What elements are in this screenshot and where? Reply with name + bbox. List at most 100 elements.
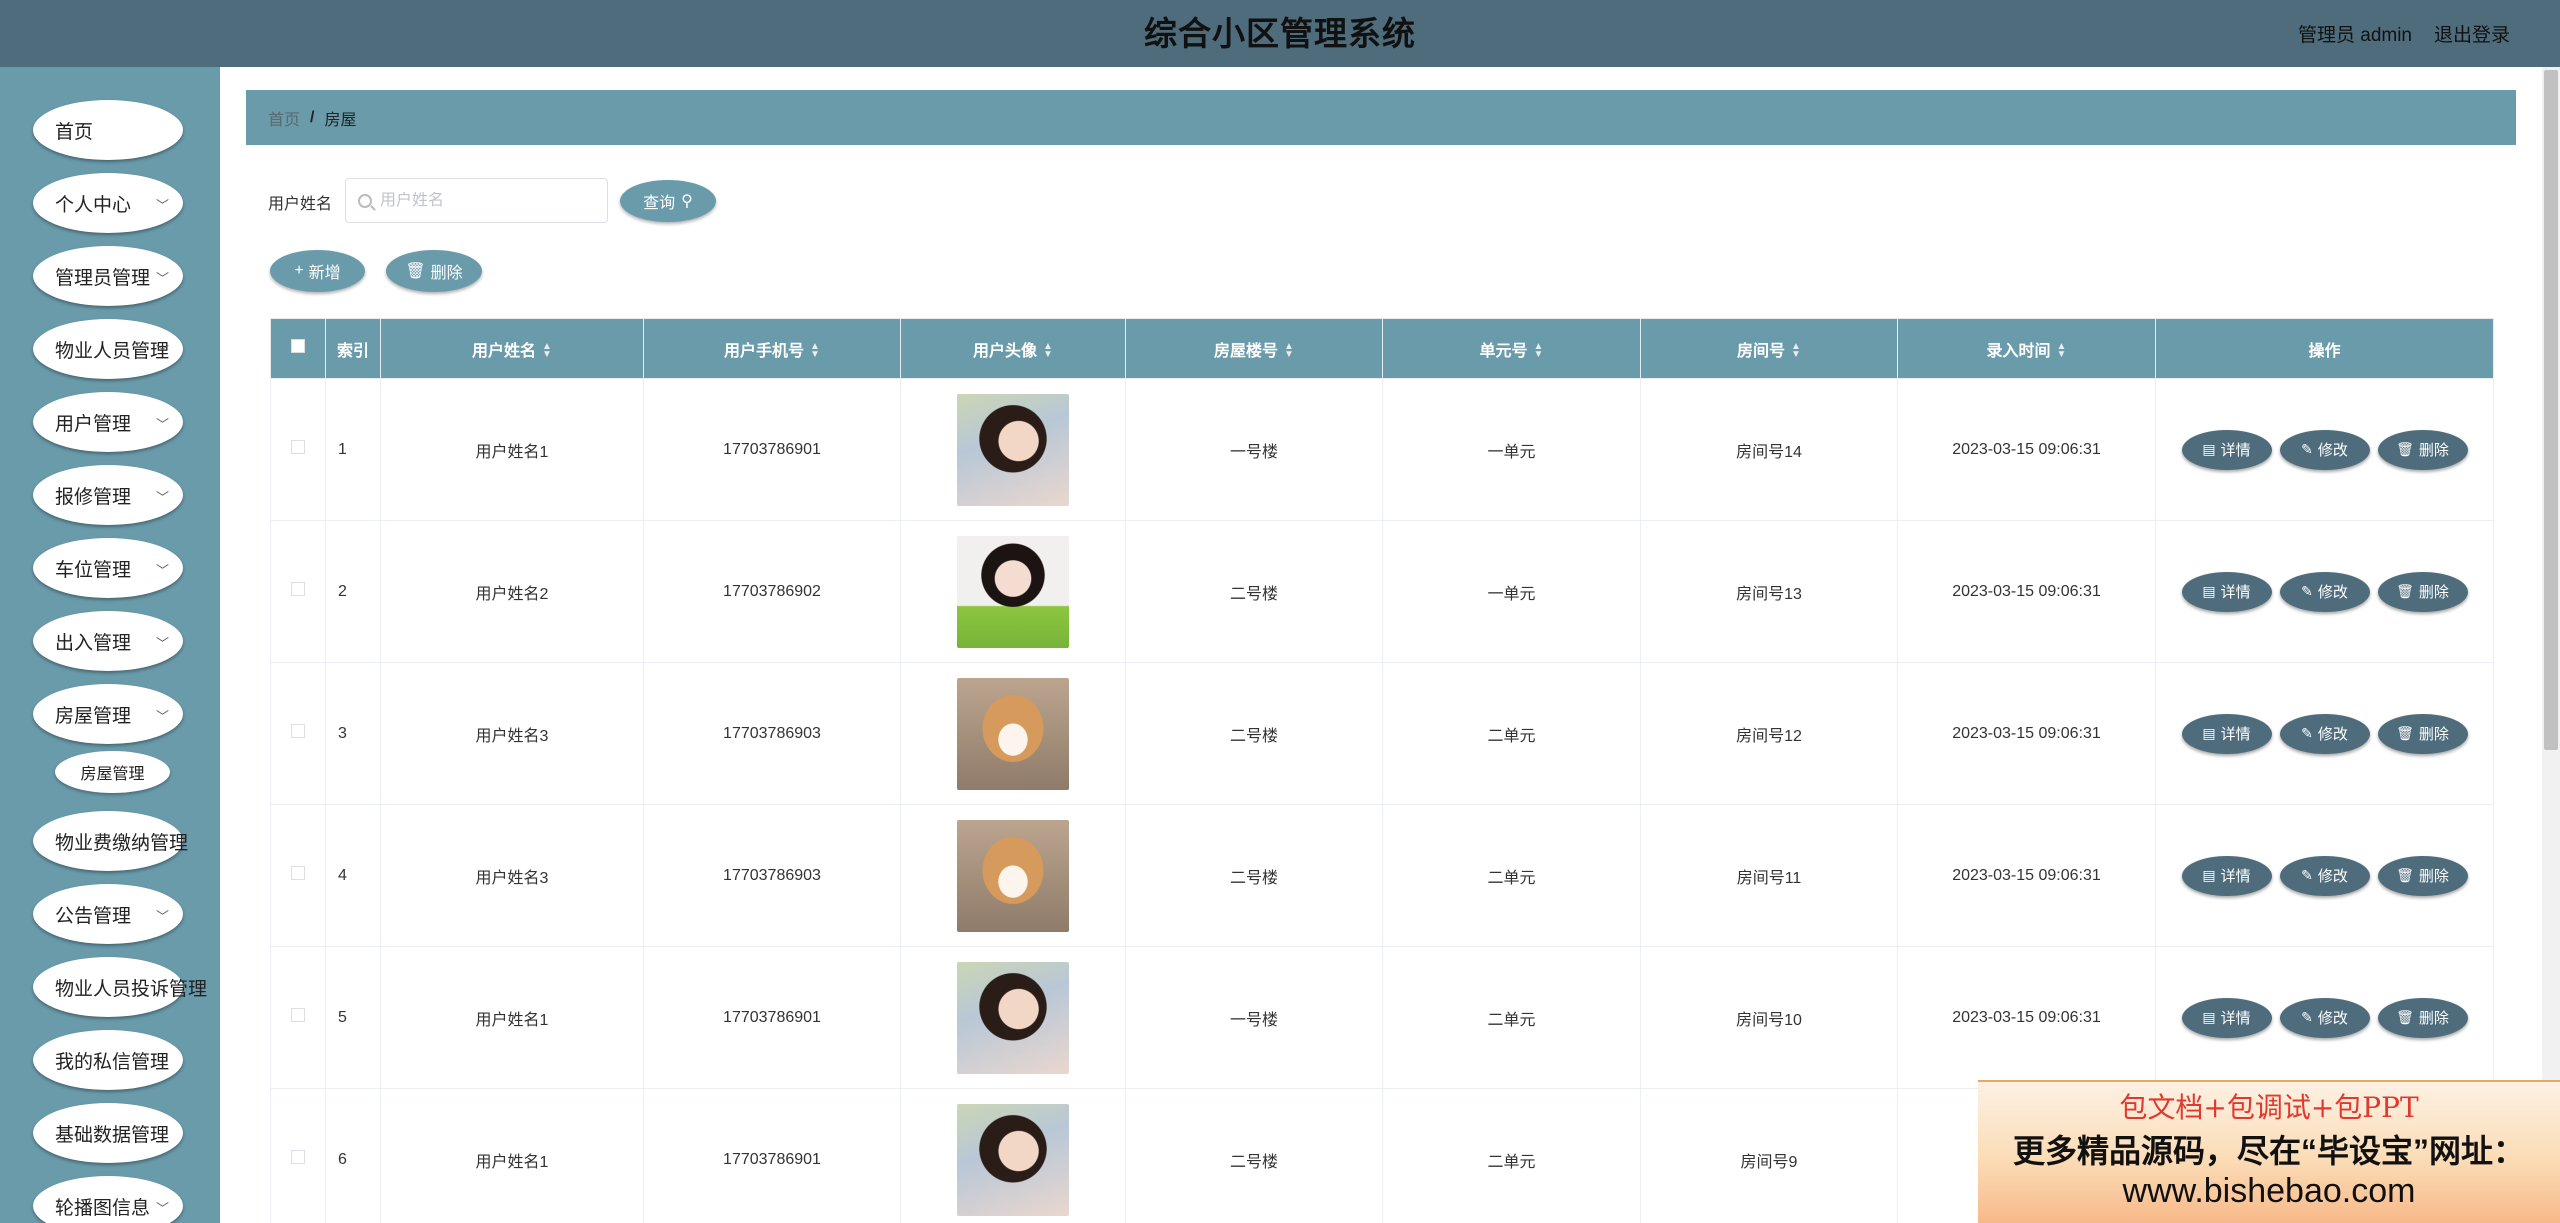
- select-all-checkbox[interactable]: [291, 339, 305, 353]
- column-header-label: 房屋楼号: [1214, 342, 1279, 360]
- sort-icon[interactable]: ▲ ▼: [2057, 342, 2067, 360]
- sidebar-item[interactable]: 物业人员投诉管理: [33, 957, 207, 1017]
- edit-button[interactable]: ✎修改: [2279, 997, 2370, 1038]
- sidebar-item[interactable]: 首页: [33, 100, 183, 160]
- delete-button[interactable]: 🗑删除: [2377, 713, 2468, 754]
- time-cell: 2023-03-15 09:06:31: [1897, 378, 2156, 521]
- row-checkbox[interactable]: [291, 440, 305, 454]
- edit-button[interactable]: ✎修改: [2279, 713, 2370, 754]
- sidebar-item[interactable]: 物业人员管理 ﹀: [33, 319, 183, 379]
- room-cell: 房间号11: [1640, 804, 1898, 947]
- row-checkbox[interactable]: [291, 582, 305, 596]
- promo-line-2: 更多精品源码，尽在“毕设宝”网址：: [2012, 1133, 2525, 1169]
- column-header[interactable]: 录入时间 ▲ ▼: [1897, 318, 2156, 379]
- edit-button[interactable]: ✎修改: [2279, 855, 2370, 896]
- avatar[interactable]: [957, 535, 1069, 648]
- column-header[interactable]: 用户姓名 ▲ ▼: [380, 318, 644, 379]
- column-header[interactable]: 用户头像 ▲ ▼: [900, 318, 1126, 379]
- sidebar-item-label: 公告管理: [55, 905, 132, 927]
- sidebar-subitem[interactable]: 房屋管理: [55, 751, 170, 793]
- detail-button[interactable]: ▤详情: [2181, 429, 2272, 470]
- table-row[interactable]: 4 用户姓名3 17703786903 二号楼 二单元 房间号11 2023-03-15 0…: [270, 804, 2494, 947]
- time-cell: 2023-03-15 09:06:31: [1897, 520, 2156, 663]
- avatar[interactable]: [957, 961, 1069, 1074]
- table-row[interactable]: 1 用户姓名1 17703786901 一号楼 一单元 房间号14 2023-03-15 0…: [270, 378, 2494, 521]
- delete-button[interactable]: 🗑删除: [2377, 429, 2468, 470]
- sidebar-item[interactable]: 房屋管理 ﹀: [33, 684, 183, 744]
- sort-icon[interactable]: ▲ ▼: [542, 342, 552, 360]
- avatar[interactable]: [957, 393, 1069, 506]
- row-checkbox[interactable]: [291, 724, 305, 738]
- table-row[interactable]: 2 用户姓名2 17703786902 二号楼 一单元 房间号13 2023-03-15 0…: [270, 520, 2494, 663]
- avatar[interactable]: [957, 677, 1069, 790]
- bulk-delete-button[interactable]: 🗑 删除: [386, 250, 482, 292]
- sidebar-item[interactable]: 我的私信管理: [33, 1030, 183, 1090]
- chevron-down-icon: ﹀: [155, 344, 169, 359]
- room-cell: 房间号9: [1640, 1088, 1898, 1223]
- search-input[interactable]: [380, 191, 580, 210]
- edit-button[interactable]: ✎修改: [2279, 571, 2370, 612]
- table-row[interactable]: 3 用户姓名3 17703786903 二号楼 二单元 房间号12 2023-03-15 0…: [270, 662, 2494, 805]
- detail-button[interactable]: ▤详情: [2181, 855, 2272, 896]
- detail-button[interactable]: ▤详情: [2181, 713, 2272, 754]
- sidebar-item[interactable]: 公告管理 ﹀: [33, 884, 183, 944]
- pencil-icon: ✎: [2301, 441, 2313, 457]
- add-button[interactable]: + 新增: [270, 250, 365, 292]
- avatar-cell: [900, 378, 1126, 521]
- promo-banner: 包文档+包调试+包PPT 更多精品源码，尽在“毕设宝”网址： www.bishe…: [1978, 1080, 2560, 1223]
- logout-link[interactable]: 退出登录: [2434, 20, 2510, 47]
- building-cell: 一号楼: [1125, 946, 1383, 1089]
- sidebar-item[interactable]: 物业费缴纳管理: [33, 811, 188, 871]
- sidebar-item[interactable]: 用户管理 ﹀: [33, 392, 183, 452]
- delete-button[interactable]: 🗑删除: [2377, 997, 2468, 1038]
- scrollbar-thumb[interactable]: [2544, 70, 2558, 750]
- breadcrumb-current: 房屋: [324, 111, 357, 129]
- column-header: 索引: [325, 318, 381, 379]
- delete-button[interactable]: 🗑删除: [2377, 571, 2468, 612]
- sidebar-item[interactable]: 管理员管理 ﹀: [33, 246, 183, 306]
- sidebar-item[interactable]: 出入管理 ﹀: [33, 611, 183, 671]
- trash-icon: 🗑: [2396, 867, 2414, 883]
- delete-button[interactable]: 🗑删除: [2377, 855, 2468, 896]
- promo-url: www.bishebao.com: [2122, 1172, 2416, 1210]
- sidebar-item[interactable]: 轮播图信息 ﹀: [33, 1176, 183, 1223]
- sidebar-item[interactable]: 基础数据管理: [33, 1103, 183, 1163]
- query-button[interactable]: 查询 ⚲: [620, 180, 716, 222]
- column-header[interactable]: 房屋楼号 ▲ ▼: [1125, 318, 1383, 379]
- edit-button[interactable]: ✎修改: [2279, 429, 2370, 470]
- detail-button[interactable]: ▤详情: [2181, 571, 2272, 612]
- avatar[interactable]: [957, 1103, 1069, 1216]
- delete-button-label: 删除: [2418, 442, 2449, 459]
- sidebar-item-label: 用户管理: [55, 413, 132, 435]
- sidebar-item[interactable]: 个人中心 ﹀: [33, 173, 183, 233]
- sort-icon[interactable]: ▲ ▼: [1284, 342, 1294, 360]
- row-checkbox[interactable]: [291, 866, 305, 880]
- column-header[interactable]: 房间号 ▲ ▼: [1640, 318, 1898, 379]
- sort-icon[interactable]: ▲ ▼: [810, 342, 820, 360]
- sort-icon[interactable]: ▲ ▼: [1791, 342, 1801, 360]
- breadcrumb-separator: /: [310, 108, 315, 126]
- document-icon: ▤: [2202, 583, 2216, 599]
- building-cell: 一号楼: [1125, 378, 1383, 521]
- table-row[interactable]: 5 用户姓名1 17703786901 一号楼 二单元 房间号10 2023-03-15 0…: [270, 946, 2494, 1089]
- time-cell: 2023-03-15 09:06:31: [1897, 662, 2156, 805]
- row-checkbox[interactable]: [291, 1008, 305, 1022]
- sidebar-item[interactable]: 报修管理 ﹀: [33, 465, 183, 525]
- column-header-label: 用户头像: [973, 342, 1038, 360]
- sort-icon[interactable]: ▲ ▼: [1534, 342, 1544, 360]
- sidebar-item-label: 房屋管理: [55, 705, 132, 727]
- index-cell: 2: [325, 520, 381, 663]
- column-header[interactable]: 单元号 ▲ ▼: [1382, 318, 1641, 379]
- sort-icon[interactable]: ▲ ▼: [1043, 342, 1053, 360]
- sidebar-item[interactable]: 车位管理 ﹀: [33, 538, 183, 598]
- detail-button-label: 详情: [2220, 726, 2251, 743]
- breadcrumb-home[interactable]: 首页: [268, 106, 300, 130]
- name-cell: 用户姓名1: [380, 946, 644, 1089]
- column-header[interactable]: 用户手机号 ▲ ▼: [643, 318, 901, 379]
- avatar[interactable]: [957, 819, 1069, 932]
- chevron-down-icon: ﹀: [155, 909, 169, 924]
- row-checkbox[interactable]: [291, 1150, 305, 1164]
- detail-button[interactable]: ▤详情: [2181, 997, 2272, 1038]
- search-field[interactable]: [345, 178, 608, 223]
- document-icon: ▤: [2202, 867, 2216, 883]
